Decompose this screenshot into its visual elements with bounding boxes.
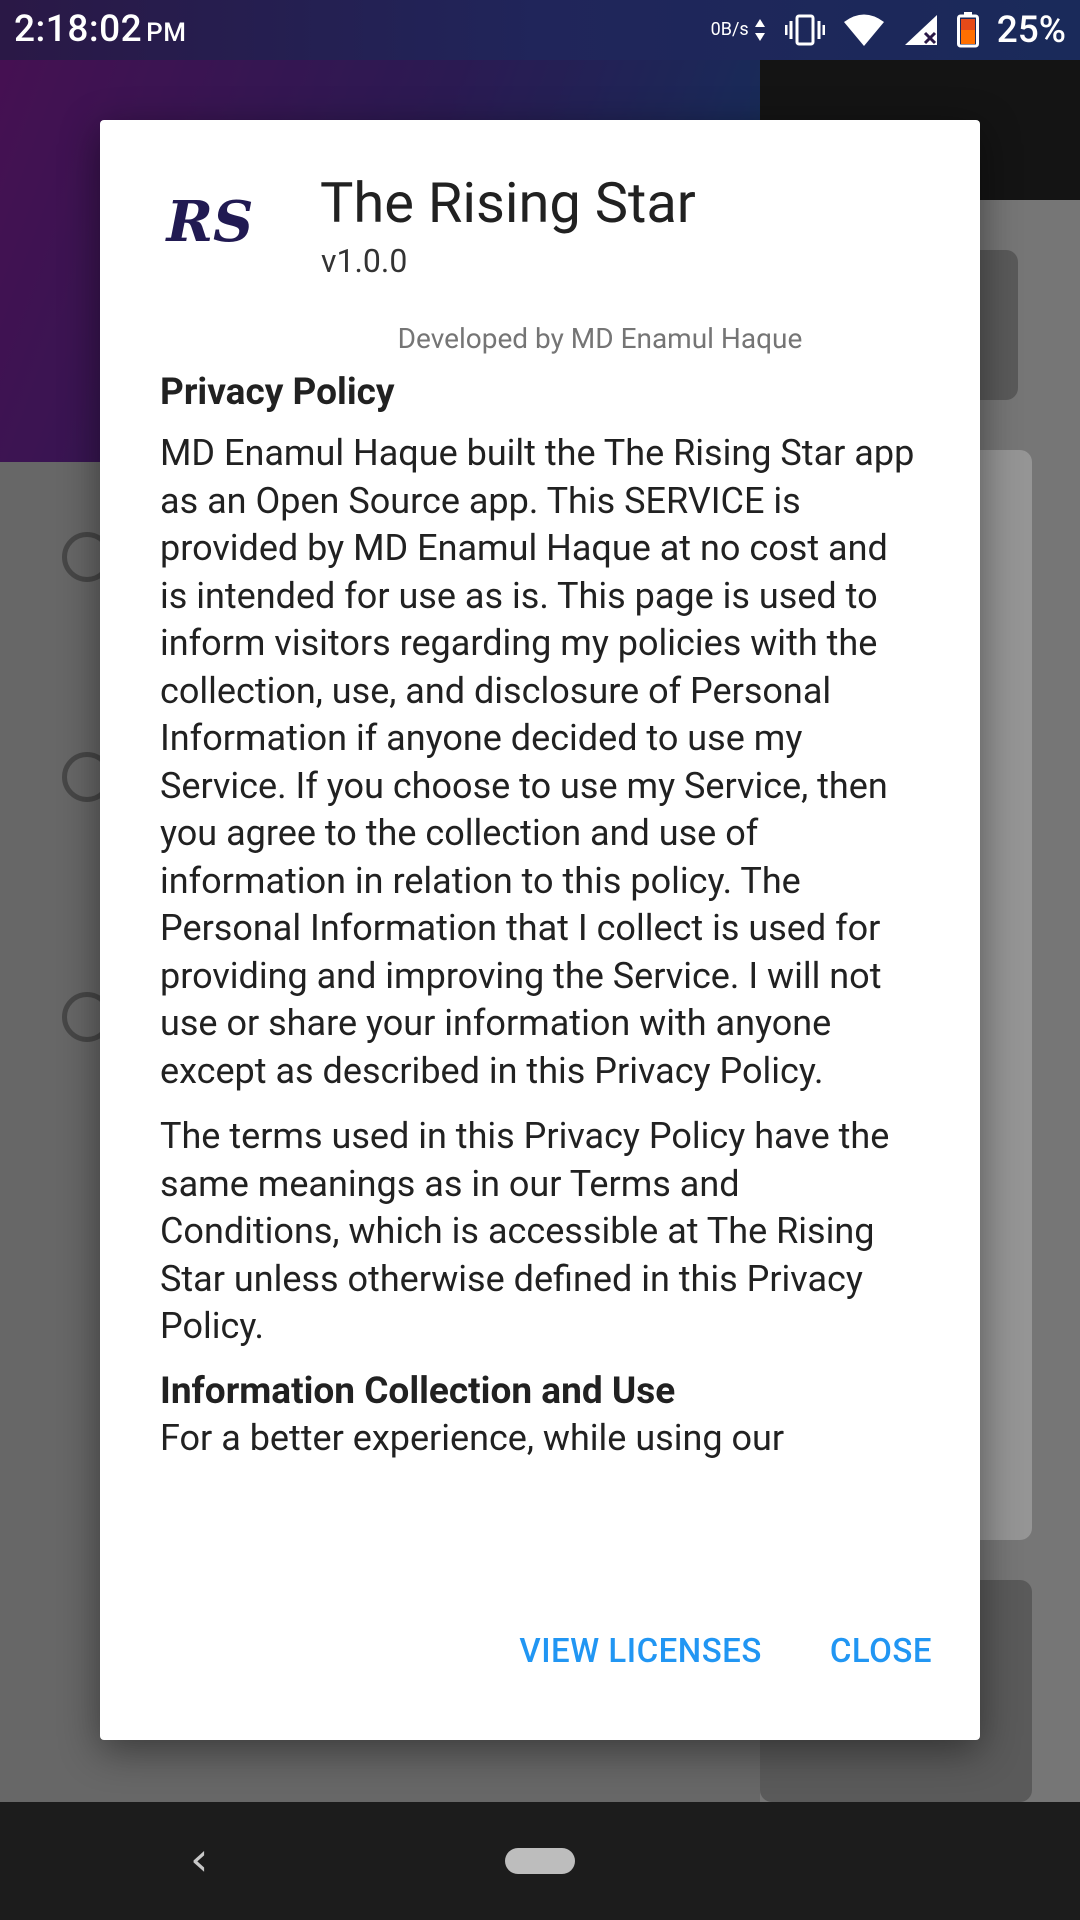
policy-paragraph: The terms used in this Privacy Policy ha… [160,1115,890,1347]
app-version: v1.0.0 [321,242,408,280]
battery-icon [956,12,979,48]
status-time-value: 2:18:02 [14,8,143,51]
app-name: The Rising Star [320,170,696,236]
section-heading: Privacy Policy [160,371,395,414]
battery-percent: 25% [996,8,1066,52]
network-speed: 0B/s [711,17,767,43]
status-bar: 2:18:02 PM 0B/s 25% [0,0,1080,60]
vibrate-icon [784,14,825,46]
policy-paragraph: MD Enamul Haque built the The Rising Sta… [160,432,915,1092]
privacy-policy-content[interactable]: Privacy Policy MD Enamul Haque built the… [160,370,920,1695]
data-arrows-icon [754,19,765,41]
signal-icon [904,15,937,45]
view-licenses-button[interactable]: VIEW LICENSES [519,1632,761,1671]
network-speed-value: 0B/s [710,19,749,40]
dialog-actions: VIEW LICENSES CLOSE [519,1632,932,1671]
status-icons: 0B/s 25% [711,8,1066,52]
wifi-icon [843,14,884,46]
policy-paragraph: For a better experience, while using our [160,1416,785,1459]
home-pill-icon[interactable] [505,1848,575,1874]
about-dialog: RS The Rising Star v1.0.0 Developed by M… [100,120,980,1740]
app-logo: RS [166,189,254,255]
status-time-ampm: PM [146,18,187,48]
close-button[interactable]: CLOSE [830,1632,932,1671]
back-icon[interactable]: ‹ [190,1832,208,1886]
status-time: 2:18:02 PM [14,8,187,51]
developer-credit: Developed by MD Enamul Haque [397,322,803,355]
section-heading: Information Collection and Use [160,1369,676,1413]
navigation-bar: ‹ [0,1802,1080,1920]
